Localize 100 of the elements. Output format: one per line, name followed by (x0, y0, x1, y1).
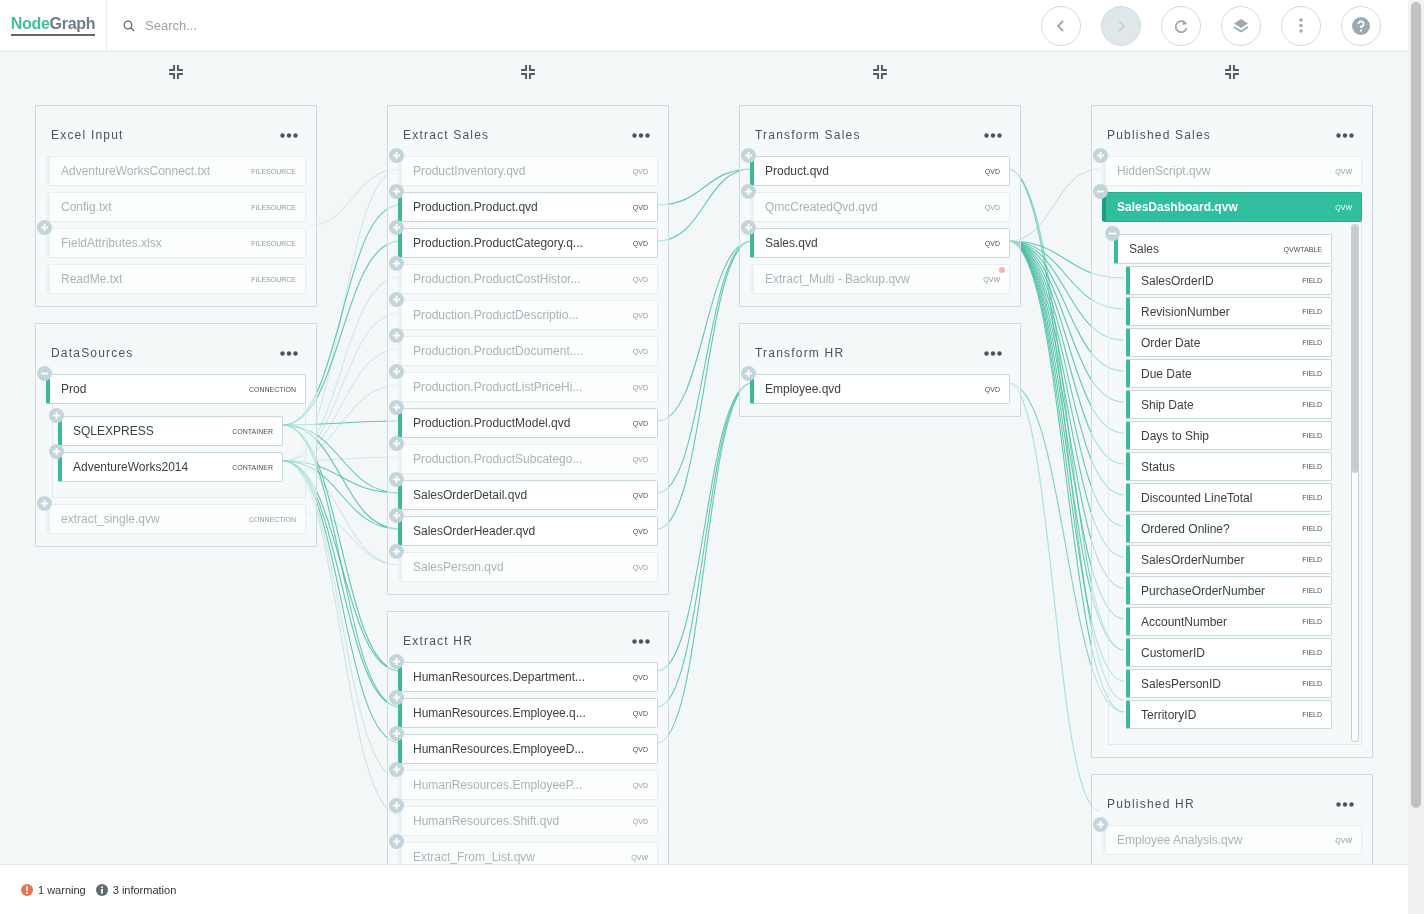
node-label: Prod (61, 382, 87, 396)
plus-icon (392, 331, 401, 340)
collapse-icon[interactable] (1224, 64, 1240, 80)
plus-icon (744, 369, 753, 378)
expand-button[interactable] (741, 220, 756, 235)
node-label: Extract_From_List.qvw (413, 850, 536, 864)
node-label: Days to Ship (1141, 428, 1210, 443)
group-title: Published HR (1107, 797, 1195, 811)
node-label: HumanResources.EmployeeD... (413, 742, 585, 756)
expand-button[interactable] (37, 220, 52, 235)
expand-button[interactable] (389, 762, 404, 777)
expand-button[interactable] (741, 366, 756, 381)
more-icon[interactable] (984, 350, 1002, 356)
plus-icon (392, 657, 401, 666)
expand-button[interactable] (389, 654, 404, 669)
plus-icon (392, 403, 401, 412)
plus-icon (392, 765, 401, 774)
more-icon[interactable] (632, 132, 650, 138)
node-label: Due Date (1141, 366, 1192, 381)
more-icon[interactable] (1336, 132, 1354, 138)
node-label: SalesPersonID (1141, 676, 1222, 691)
expand-button[interactable] (389, 400, 404, 415)
expand-button[interactable] (37, 496, 52, 511)
plus-icon (392, 295, 401, 304)
status-text[interactable]: 1 warning (38, 883, 86, 896)
expand-button[interactable] (1093, 148, 1108, 163)
plus-icon (52, 411, 61, 420)
node-label: Production.ProductCategory.q... (413, 236, 583, 250)
expand-button[interactable] (389, 472, 404, 487)
more-icon[interactable] (280, 350, 298, 356)
node-label: AccountNumber (1141, 614, 1228, 629)
collapse-icon[interactable] (520, 64, 536, 80)
more-icon[interactable] (632, 638, 650, 644)
expand-button[interactable] (389, 184, 404, 199)
plus-icon (392, 187, 401, 196)
expand-button[interactable] (741, 148, 756, 163)
node-label: Production.ProductSubcatego... (413, 452, 583, 466)
node-label: Discounted LineTotal (1141, 490, 1253, 505)
expand-button[interactable] (389, 834, 404, 849)
node-label: PurchaseOrderNumber (1141, 583, 1266, 598)
plus-icon (1096, 151, 1105, 160)
node-label: Sales (1129, 242, 1160, 256)
scrollbar[interactable] (1351, 224, 1359, 742)
node-label: SQLEXPRESS (73, 424, 154, 438)
expand-button[interactable] (741, 184, 756, 199)
status-text[interactable]: 3 information (112, 883, 177, 896)
expand-button[interactable] (389, 256, 404, 271)
collapse-button[interactable] (1105, 226, 1120, 241)
group-title: DataSources (51, 346, 134, 360)
expand-button[interactable] (389, 544, 404, 559)
node-label: HumanResources.Employee.q... (413, 706, 586, 720)
collapse-icon[interactable] (872, 64, 888, 80)
plus-icon (744, 151, 753, 160)
plus-icon (392, 223, 401, 232)
node-label: Ordered Online? (1141, 521, 1230, 536)
expand-button[interactable] (389, 328, 404, 343)
plus-icon (392, 151, 401, 160)
layers-button[interactable] (1221, 5, 1261, 46)
search-field[interactable]: Search... (143, 17, 447, 34)
help-button[interactable] (1341, 5, 1381, 46)
help-icon (1351, 15, 1371, 36)
more-icon[interactable] (984, 132, 1002, 138)
more-button[interactable] (1281, 5, 1321, 46)
expand-button[interactable] (49, 408, 64, 423)
group-title: Published Sales (1107, 128, 1212, 142)
plus-icon (392, 475, 401, 484)
collapse-button[interactable] (1093, 184, 1108, 199)
node-label: Sales.qvd (765, 236, 818, 250)
plus-icon (40, 223, 49, 232)
expand-button[interactable] (389, 798, 404, 813)
group-title: Excel Input (51, 128, 124, 142)
expand-button[interactable] (389, 220, 404, 235)
node-label: Config.txt (61, 200, 112, 214)
group-title: Extract Sales (403, 128, 490, 142)
logo: NodeGraph (10, 15, 96, 36)
plus-icon (392, 511, 401, 520)
back-button[interactable] (1041, 5, 1081, 46)
collapse-button[interactable] (37, 366, 52, 381)
node-label: SalesOrderNumber (1141, 552, 1245, 567)
more-icon[interactable] (1336, 801, 1354, 807)
node-label: HumanResources.Shift.qvd (413, 814, 560, 828)
expand-button[interactable] (389, 148, 404, 163)
node-label: SalesOrderDetail.qvd (413, 488, 528, 502)
node-label: HumanResources.Department... (413, 670, 586, 684)
expand-button[interactable] (1093, 817, 1108, 832)
node-label: SalesOrderHeader.qvd (413, 524, 536, 538)
node-label: Production.ProductModel.qvd (413, 416, 571, 430)
collapse-icon[interactable] (168, 64, 184, 80)
refresh-button[interactable] (1161, 5, 1201, 46)
plus-icon (744, 187, 753, 196)
node-label: Production.ProductCostHistor... (413, 272, 581, 286)
expand-button[interactable] (389, 436, 404, 451)
expand-button[interactable] (389, 364, 404, 379)
expand-button[interactable] (389, 292, 404, 307)
node-label: SalesDashboard.qvw (1117, 200, 1238, 214)
more-icon[interactable] (280, 132, 298, 138)
expand-button[interactable] (389, 508, 404, 523)
expand-button[interactable] (49, 444, 64, 459)
node-label: TerritoryID (1141, 707, 1197, 722)
node-label: HiddenScript.qvw (1117, 164, 1211, 178)
